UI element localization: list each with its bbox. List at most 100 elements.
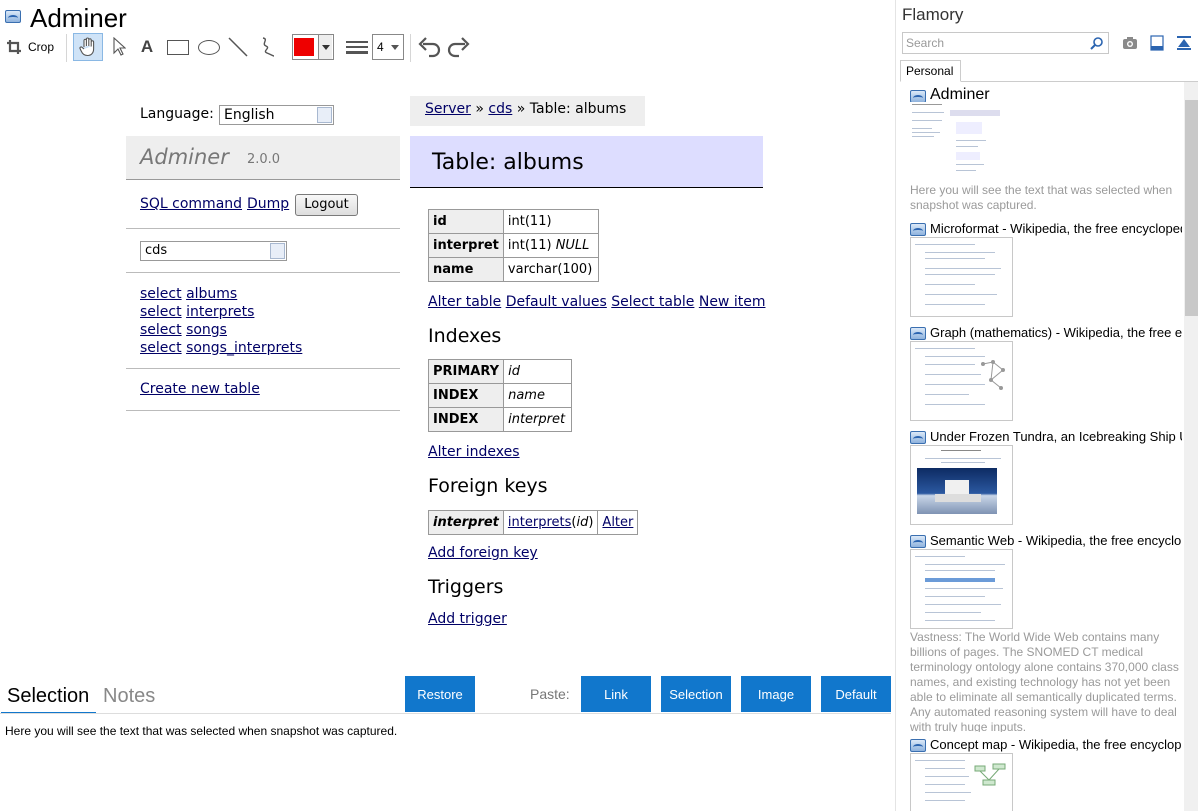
breadcrumb-server-link[interactable]: Server	[425, 101, 471, 117]
select-table-link[interactable]: Select table	[611, 294, 694, 310]
breadcrumb-db-link[interactable]: cds	[488, 101, 512, 117]
table-row: INDEX interpret	[427, 407, 573, 432]
table-link[interactable]: songs	[186, 322, 227, 338]
redo-icon	[447, 37, 470, 58]
alter-indexes-link[interactable]: Alter indexes	[428, 444, 520, 460]
null-flag: NULL	[555, 238, 590, 253]
snapshot-item[interactable]: Concept map - Wikipedia, the free encycl…	[910, 736, 1182, 811]
paste-link-button[interactable]: Link	[581, 676, 651, 712]
table-row: name varchar(100)	[428, 257, 599, 282]
text-tool-button[interactable]: A	[136, 34, 158, 60]
ellipse-tool-button[interactable]	[195, 34, 223, 60]
sql-command-link[interactable]: SQL command	[140, 196, 242, 212]
logout-button[interactable]: Logout	[295, 194, 358, 216]
snapshot-item[interactable]: Under Frozen Tundra, an Icebreaking Ship…	[910, 428, 1182, 528]
database-value: cds	[145, 243, 168, 258]
paste-default-button[interactable]: Default	[821, 676, 891, 712]
breadcrumb-current: Table: albums	[529, 101, 627, 117]
flamory-panel: Flamory Search Personal Adminer Here you…	[895, 0, 1198, 811]
index-columns: id	[503, 359, 573, 384]
brand-header: Adminer 2.0.0	[126, 136, 400, 180]
language-value: English	[224, 107, 275, 123]
fk-alter-link[interactable]: Alter	[602, 515, 633, 530]
dump-link[interactable]: Dump	[247, 196, 289, 212]
search-input[interactable]: Search	[902, 32, 1109, 54]
snapshot-thumbnail	[910, 753, 1013, 811]
breadcrumb-separator: »	[475, 101, 484, 117]
table-link[interactable]: interprets	[186, 304, 254, 320]
restore-button[interactable]: Restore	[405, 676, 475, 712]
document-icon[interactable]	[1150, 35, 1164, 51]
crop-label: Crop	[28, 40, 55, 54]
paste-image-button[interactable]: Image	[741, 676, 811, 712]
page-icon	[910, 431, 926, 444]
table-row: id int(11)	[428, 209, 599, 234]
select-link[interactable]: select	[140, 304, 182, 320]
snapshot-thumbnail	[910, 237, 1013, 317]
snapshot-title: Concept map - Wikipedia, the free encycl…	[930, 737, 1182, 752]
table-list-item: select songs	[140, 321, 302, 339]
paste-link-label: Link	[604, 686, 628, 702]
snapshot-note: Here you will see the text that was sele…	[910, 183, 1173, 212]
select-link[interactable]: select	[140, 340, 182, 356]
pin-top-icon[interactable]	[1176, 35, 1192, 51]
divider	[126, 368, 400, 369]
paste-label: Paste:	[530, 686, 570, 702]
chevron-down-icon	[270, 243, 285, 259]
freehand-tool-button[interactable]	[256, 34, 280, 60]
fk-target-link[interactable]: interprets	[508, 515, 571, 530]
redo-button[interactable]	[446, 34, 472, 60]
table-row: interpret int(11) NULL	[428, 233, 599, 258]
snapshot-title: Microformat - Wikipedia, the free encycl…	[930, 221, 1182, 236]
table-link[interactable]: albums	[186, 286, 237, 302]
new-item-link[interactable]: New item	[699, 294, 766, 310]
tab-selection-label: Selection	[7, 685, 90, 707]
default-values-link[interactable]: Default values	[506, 294, 607, 310]
snapshot-title: Graph (mathematics) - Wikipedia, the fre…	[930, 325, 1182, 340]
pointer-tool-button[interactable]	[107, 34, 131, 60]
select-link[interactable]: select	[140, 322, 182, 338]
add-foreign-key-link[interactable]: Add foreign key	[428, 545, 538, 561]
alter-table-link[interactable]: Alter table	[428, 294, 501, 310]
camera-icon[interactable]	[1122, 36, 1138, 50]
line-weight-button[interactable]	[344, 34, 370, 60]
column-type: varchar(100)	[502, 257, 599, 282]
database-select[interactable]: cds	[140, 241, 287, 261]
column-name: id	[428, 209, 504, 234]
tab-notes[interactable]: Notes	[97, 682, 167, 714]
tab-selection[interactable]: Selection	[1, 682, 96, 714]
create-table-link[interactable]: Create new table	[140, 381, 260, 397]
table-link[interactable]: songs_interprets	[186, 340, 302, 356]
page-title: Table: albums	[432, 150, 584, 175]
add-trigger-link[interactable]: Add trigger	[428, 611, 507, 627]
table-list: select albums select interprets select s…	[140, 285, 302, 357]
chevron-down-icon	[317, 107, 332, 123]
foreign-keys-table: interpret interprets(id) Alter	[428, 510, 639, 535]
crop-button[interactable]: Crop	[6, 34, 58, 60]
divider	[126, 272, 400, 273]
fk-target: interprets(id)	[502, 510, 599, 535]
hand-tool-button[interactable]	[73, 33, 103, 61]
paste-selection-button[interactable]: Selection	[661, 676, 731, 712]
fk-column: interpret	[428, 510, 504, 535]
language-label: Language:	[140, 106, 214, 122]
chevron-down-icon	[318, 35, 332, 59]
table-list-item: select interprets	[140, 303, 302, 321]
indexes-heading: Indexes	[428, 325, 502, 347]
scrollbar-thumb[interactable]	[1185, 100, 1198, 316]
undo-button[interactable]	[416, 34, 442, 60]
snapshot-item[interactable]: Graph (mathematics) - Wikipedia, the fre…	[910, 324, 1182, 424]
line-tool-button[interactable]	[226, 34, 250, 60]
snapshot-item[interactable]: Microformat - Wikipedia, the free encycl…	[910, 220, 1182, 320]
search-icon[interactable]	[1090, 36, 1104, 50]
select-link[interactable]: select	[140, 286, 182, 302]
line-width-select[interactable]: 4	[372, 34, 404, 60]
tab-personal[interactable]: Personal	[900, 60, 961, 82]
rectangle-tool-button[interactable]	[164, 34, 192, 60]
snapshot-thumbnail	[910, 341, 1013, 421]
index-columns: interpret	[503, 407, 573, 432]
language-select[interactable]: English	[219, 105, 334, 125]
color-picker[interactable]	[292, 34, 334, 60]
snapshot-note: Vastness: The World Wide Web contains ma…	[910, 630, 1179, 732]
snapshot-item[interactable]: Semantic Web - Wikipedia, the free encyc…	[910, 532, 1182, 632]
